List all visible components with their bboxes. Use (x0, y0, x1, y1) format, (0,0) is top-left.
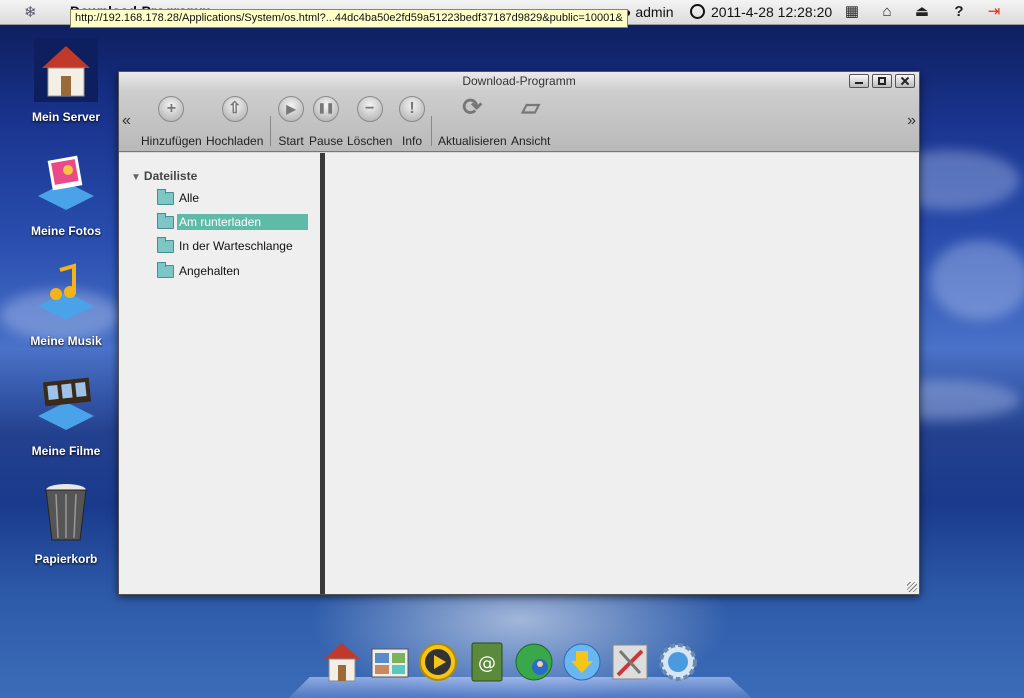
current-user[interactable]: ● admin (623, 4, 674, 20)
background-cloud (930, 240, 1024, 320)
desktop-icon-meine-fotos[interactable]: Meine Fotos (20, 152, 112, 238)
close-button[interactable] (895, 74, 915, 88)
plus-icon: + (158, 96, 185, 122)
toolbar-label: Hinzufügen (141, 134, 202, 148)
window-controls (849, 74, 915, 88)
pause-button[interactable]: ❚❚ Pause (309, 96, 343, 148)
toolbar-label: Start (278, 134, 304, 148)
upload-button[interactable]: ⇧ Hochladen (206, 96, 263, 148)
resize-grip-icon[interactable] (907, 582, 917, 592)
window-title: Download-Programm (462, 74, 576, 88)
tree-item-in-der-warteschlange[interactable]: In der Warteschlange (157, 236, 295, 255)
desktop-icon-label: Meine Musik (30, 334, 102, 348)
desktop-icon-mein-server[interactable]: Mein Server (20, 38, 112, 124)
minimize-button[interactable] (849, 74, 869, 88)
tree-root-label: Dateiliste (143, 169, 198, 183)
upload-icon: ⇧ (221, 96, 248, 122)
desktop-icon-papierkorb[interactable]: Papierkorb (20, 480, 112, 566)
window-titlebar[interactable]: Download-Programm (119, 72, 919, 90)
desktop-icon-label: Mein Server (31, 110, 101, 124)
tree-item-label: Alle (179, 191, 200, 205)
minus-icon: − (356, 96, 383, 122)
toolbar-separator (270, 116, 271, 146)
snowflake-logo-icon[interactable]: ❄ (24, 3, 37, 21)
pause-icon: ❚❚ (313, 96, 340, 122)
gallery-icon[interactable] (370, 641, 410, 683)
maximize-button[interactable] (872, 74, 892, 88)
media-player-icon[interactable] (418, 641, 458, 683)
window-content: ▼ Dateiliste Alle Am runterladen In der W… (119, 153, 919, 594)
triangle-down-icon[interactable]: ▼ (131, 172, 141, 183)
download-icon[interactable] (562, 641, 602, 683)
toolbar-label: Aktualisieren (438, 134, 507, 148)
folder-open-icon: ▱ (521, 94, 540, 121)
toolbar-label: Hochladen (206, 134, 264, 148)
delete-button[interactable]: − Löschen (347, 96, 392, 148)
trash-icon (34, 480, 98, 544)
help-icon[interactable]: ? (949, 3, 969, 21)
start-button[interactable]: ▶ Start (278, 96, 304, 148)
refresh-icon: ⟳ (462, 94, 483, 121)
toolbar-label: Info (401, 134, 422, 148)
svg-text:@: @ (478, 653, 496, 674)
music-icon (34, 262, 98, 326)
desktop-icon-meine-musik[interactable]: Meine Musik (20, 262, 112, 348)
play-icon: ▶ (278, 96, 304, 122)
desktop-icon-meine-filme[interactable]: Meine Filme (20, 372, 112, 458)
file-list-tree: ▼ Dateiliste Alle Am runterladen In der W… (119, 153, 320, 594)
toolbar-label: Löschen (347, 134, 393, 148)
desktop-icon-label: Papierkorb (34, 552, 98, 566)
refresh-button[interactable]: ⟳ Aktualisieren (438, 94, 507, 149)
folder-icon (157, 236, 174, 253)
toolbar-label: Ansicht (511, 134, 551, 148)
desktop-icon-label: Meine Fotos (30, 224, 101, 238)
tree-item-label: Angehalten (179, 264, 240, 278)
toolbar: « + Hinzufügen ⇧ Hochladen ▶ Start ❚❚ Pa… (119, 90, 919, 152)
info-button[interactable]: ! Info (399, 96, 425, 148)
photos-icon (34, 152, 98, 216)
tree-item-angehalten[interactable]: Angehalten (157, 261, 242, 280)
download-program-window: Download-Programm « + Hinzufügen ⇧ Hochl… (118, 71, 920, 595)
globe-user-icon[interactable] (514, 641, 554, 683)
info-icon: ! (399, 96, 425, 122)
film-icon (34, 372, 98, 436)
folder-icon (157, 212, 174, 229)
tree-item-alle[interactable]: Alle (157, 188, 201, 207)
folder-icon (157, 261, 174, 278)
toolbar-separator (431, 116, 432, 146)
house-icon (34, 38, 98, 102)
view-button[interactable]: ▱ Ansicht (511, 94, 551, 149)
tree-root-dateiliste[interactable]: ▼ Dateiliste (131, 169, 197, 183)
tree-item-label: Am runterladen (177, 214, 308, 230)
add-button[interactable]: + Hinzufügen (141, 96, 202, 148)
datetime: 2011-4-28 12:28:20 (711, 4, 833, 20)
url-tooltip: http://192.168.178.28/Applications/Syste… (70, 9, 628, 28)
dock: @ (322, 641, 698, 683)
eject-icon[interactable]: ⏏ (912, 3, 932, 21)
toolbar-scroll-left-icon[interactable]: « (122, 112, 131, 130)
address-book-icon[interactable]: @ (466, 641, 506, 683)
logout-icon[interactable]: ⇥ (984, 3, 1004, 21)
network-icon[interactable]: ⌂ (877, 3, 897, 21)
toolbar-scroll-right-icon[interactable]: » (907, 112, 916, 130)
grid-icon[interactable]: ▦ (842, 3, 862, 21)
clock-icon (690, 4, 705, 19)
download-list-pane (325, 153, 919, 594)
tools-icon[interactable] (610, 641, 650, 683)
tree-item-label: In der Warteschlange (179, 239, 293, 253)
desktop-icon-label: Meine Filme (31, 444, 101, 458)
user-name: admin (635, 4, 674, 20)
folder-icon (157, 188, 174, 205)
toolbar-label: Pause (309, 134, 344, 148)
tree-item-am-runterladen[interactable]: Am runterladen (157, 212, 308, 231)
settings-gear-icon[interactable] (658, 641, 698, 683)
home-icon[interactable] (322, 641, 362, 683)
